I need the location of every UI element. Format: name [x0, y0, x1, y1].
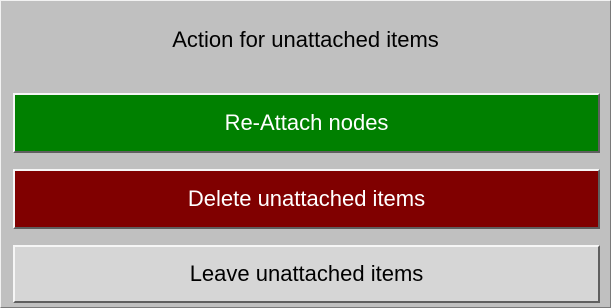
dialog-title: Action for unattached items [172, 27, 439, 52]
unattached-items-dialog: Action for unattached items Re-Attach no… [0, 0, 611, 308]
reattach-nodes-button[interactable]: Re-Attach nodes [13, 93, 600, 153]
delete-unattached-items-button[interactable]: Delete unattached items [13, 169, 600, 229]
leave-unattached-items-button[interactable]: Leave unattached items [13, 245, 600, 303]
